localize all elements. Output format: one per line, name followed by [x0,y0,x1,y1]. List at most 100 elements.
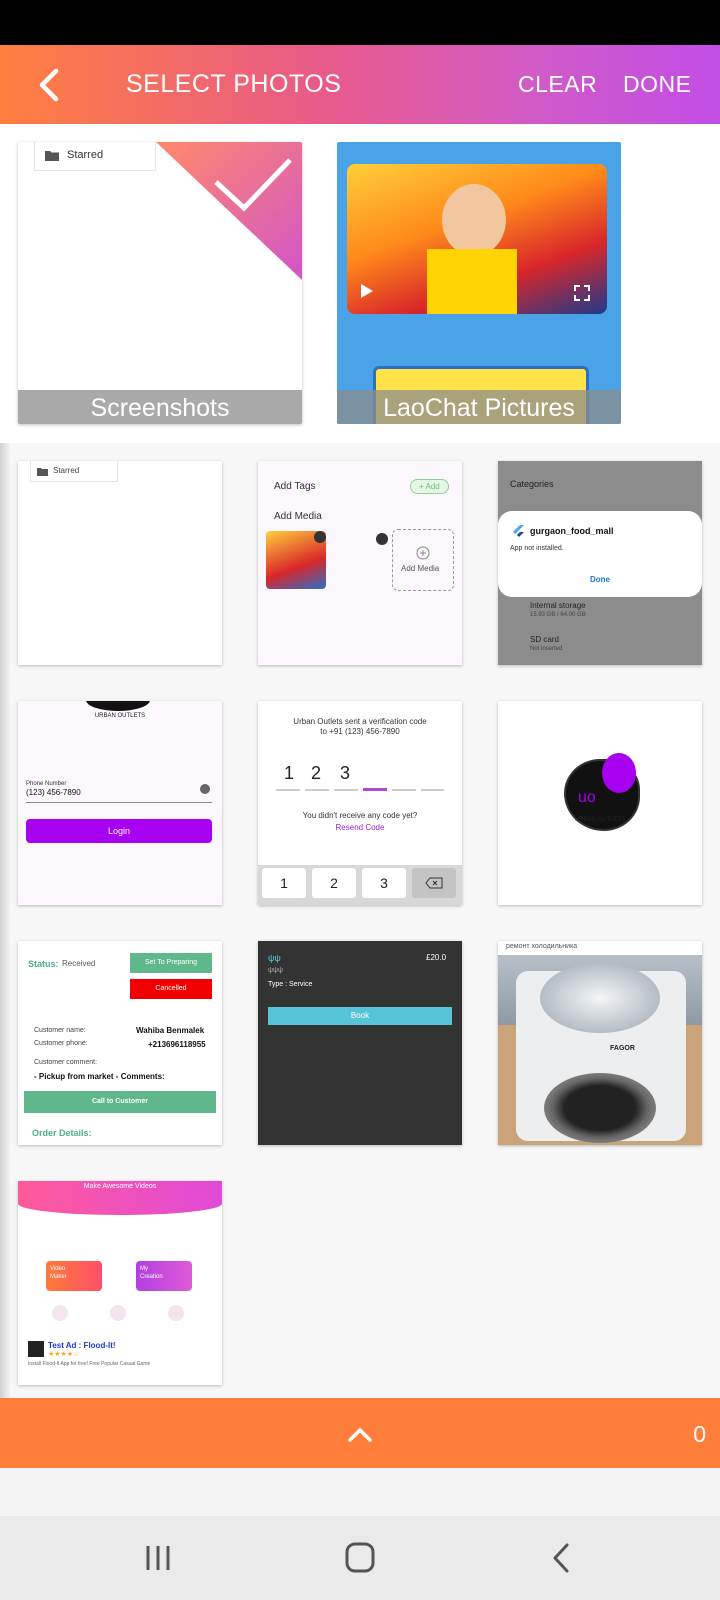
flutter-icon [513,525,524,537]
plus-circle-icon [416,546,430,560]
otp-active-underline [363,788,387,791]
recents-button[interactable] [136,1538,180,1578]
album-screenshots[interactable]: Starred Screenshots [18,142,302,424]
back-button[interactable] [30,63,74,107]
album-laochat-pictures[interactable]: LaoChat Pictures [337,142,621,424]
brand-label: URBAN OUTLETS [574,817,626,823]
add-media-box: Add Media [392,529,454,591]
expand-button[interactable] [340,1414,380,1454]
starred-label: Starred [67,149,104,161]
washer-brand: FAGOR [610,1045,635,1052]
folder-icon [37,468,48,476]
photo-thumb-10[interactable]: Make Awesome Videos Video Maker My Creat… [18,1181,222,1385]
selection-bar: 0 [0,1398,720,1468]
ad-rating: ★★★★☆ [48,1351,80,1358]
otp-digit-1: 1 [284,763,295,783]
play-icon [361,284,373,298]
scroll-edge [0,443,10,1398]
photo-thumb-8[interactable]: ψψ ψψψ £20.0 Type : Service Book [258,941,462,1145]
starred-label: Starred [53,466,80,475]
ad-description: Install Flood-It App for free! Free Popu… [28,1361,151,1367]
video-maker-tile: Video Maker [46,1261,102,1291]
status-label: Status: [28,959,59,969]
spacer [0,1468,720,1516]
resend-code: Resend Code [335,823,385,832]
my-creation-label: My Creation [140,1266,163,1280]
photo-thumb-9[interactable]: ремонт холодильника FAGOR [498,941,702,1145]
photo-thumb-4[interactable]: URBAN OUTLETS Phone Number (123) 456-789… [18,701,222,905]
dialog-message: App not installed. [510,545,564,552]
cancelled-button: Cancelled [130,979,212,999]
home-icon [345,1542,375,1573]
person-face [442,184,506,256]
key-3: 3 [362,868,406,898]
person-shirt [427,249,517,314]
backspace-key [412,868,456,898]
policy-icon [168,1305,184,1321]
album-label: LaoChat Pictures [337,390,621,424]
recents-icon [146,1546,170,1570]
add-tags-label: Add Tags [274,481,316,492]
photo-thumb-3[interactable]: Categories gurgaon_food_mall App not ins… [498,461,702,665]
washer-drum [540,963,660,1033]
keypad: 1 2 3 [258,865,462,905]
album-label: Screenshots [18,390,302,424]
system-nav-bar [0,1516,720,1600]
back-arrow-icon [39,68,59,102]
photo-thumb-2[interactable]: Add Tags + Add Add Media Add Media [258,461,462,665]
key-2: 2 [312,868,356,898]
photo-thumb-7[interactable]: Status: Received Set To Preparing Cancel… [18,941,222,1145]
photo-thumb-1[interactable]: Starred [18,461,222,665]
otp-digit-2: 2 [311,763,322,783]
nav-back-button[interactable] [540,1538,584,1578]
set-preparing-button: Set To Preparing [130,953,212,973]
otp-digit-3: 3 [340,763,351,783]
logo-accent [602,753,636,793]
customer-name-label: Customer name: [34,1027,86,1034]
starred-chip: Starred [30,461,118,482]
folder-icon [45,151,59,161]
add-tag-chip: + Add [410,479,449,494]
item-price: £20.0 [426,953,447,962]
remove-icon [376,533,388,545]
no-code-text: You didn't receive any code yet? [302,811,418,820]
phone-value: (123) 456-7890 [26,788,81,797]
login-button: Login [26,819,212,843]
customer-comment-label: Customer comment: [34,1059,98,1066]
status-value: Received [62,959,96,968]
internal-storage: Internal storage [530,601,586,610]
verification-phone: to +91 (123) 456-7890 [320,727,400,736]
phone-label: Phone Number [26,781,67,787]
customer-name: Wahiba Benmalek [136,1026,205,1035]
brand-label: URBAN OUTLETS [94,713,146,719]
ad-app-icon [28,1341,44,1357]
logo-text: uo [578,789,596,806]
photo-thumb-5[interactable]: Urban Outlets sent a verification code t… [258,701,462,905]
fullscreen-icon [574,285,590,301]
sd-card-status: Not inserted [530,646,563,652]
dialog-done: Done [590,575,610,584]
back-icon [553,1543,569,1573]
done-button[interactable]: DONE [623,45,691,124]
starred-chip: Starred [34,142,156,171]
selected-count: 0 [693,1421,706,1447]
photo-thumb-6[interactable]: uo URBAN OUTLETS [498,701,702,905]
internal-storage-size: 15.93 GB / 64.00 GB [530,612,586,618]
home-button[interactable] [338,1538,382,1578]
dialog-card: gurgaon_food_mall App not installed. Don… [498,511,702,597]
clear-button[interactable]: CLEAR [518,45,597,124]
ad-title: Test Ad : Flood-It! [48,1341,116,1350]
app-name: gurgaon_food_mall [530,526,614,536]
share-icon [52,1305,68,1321]
book-button: Book [268,1007,452,1025]
order-details-label: Order Details: [32,1128,92,1138]
key-1: 1 [262,868,306,898]
app-bar: SELECT PHOTOS CLEAR DONE [0,45,720,124]
album-list: Starred Screenshots LaoChat Pictures [0,124,720,443]
page-title: SELECT PHOTOS [126,70,342,98]
item-type: Type : Service [268,981,313,988]
washer-door [544,1073,656,1143]
categories-label: Categories [510,479,554,489]
video-thumbnail [347,164,607,314]
customer-phone-label: Customer phone: [34,1040,88,1047]
